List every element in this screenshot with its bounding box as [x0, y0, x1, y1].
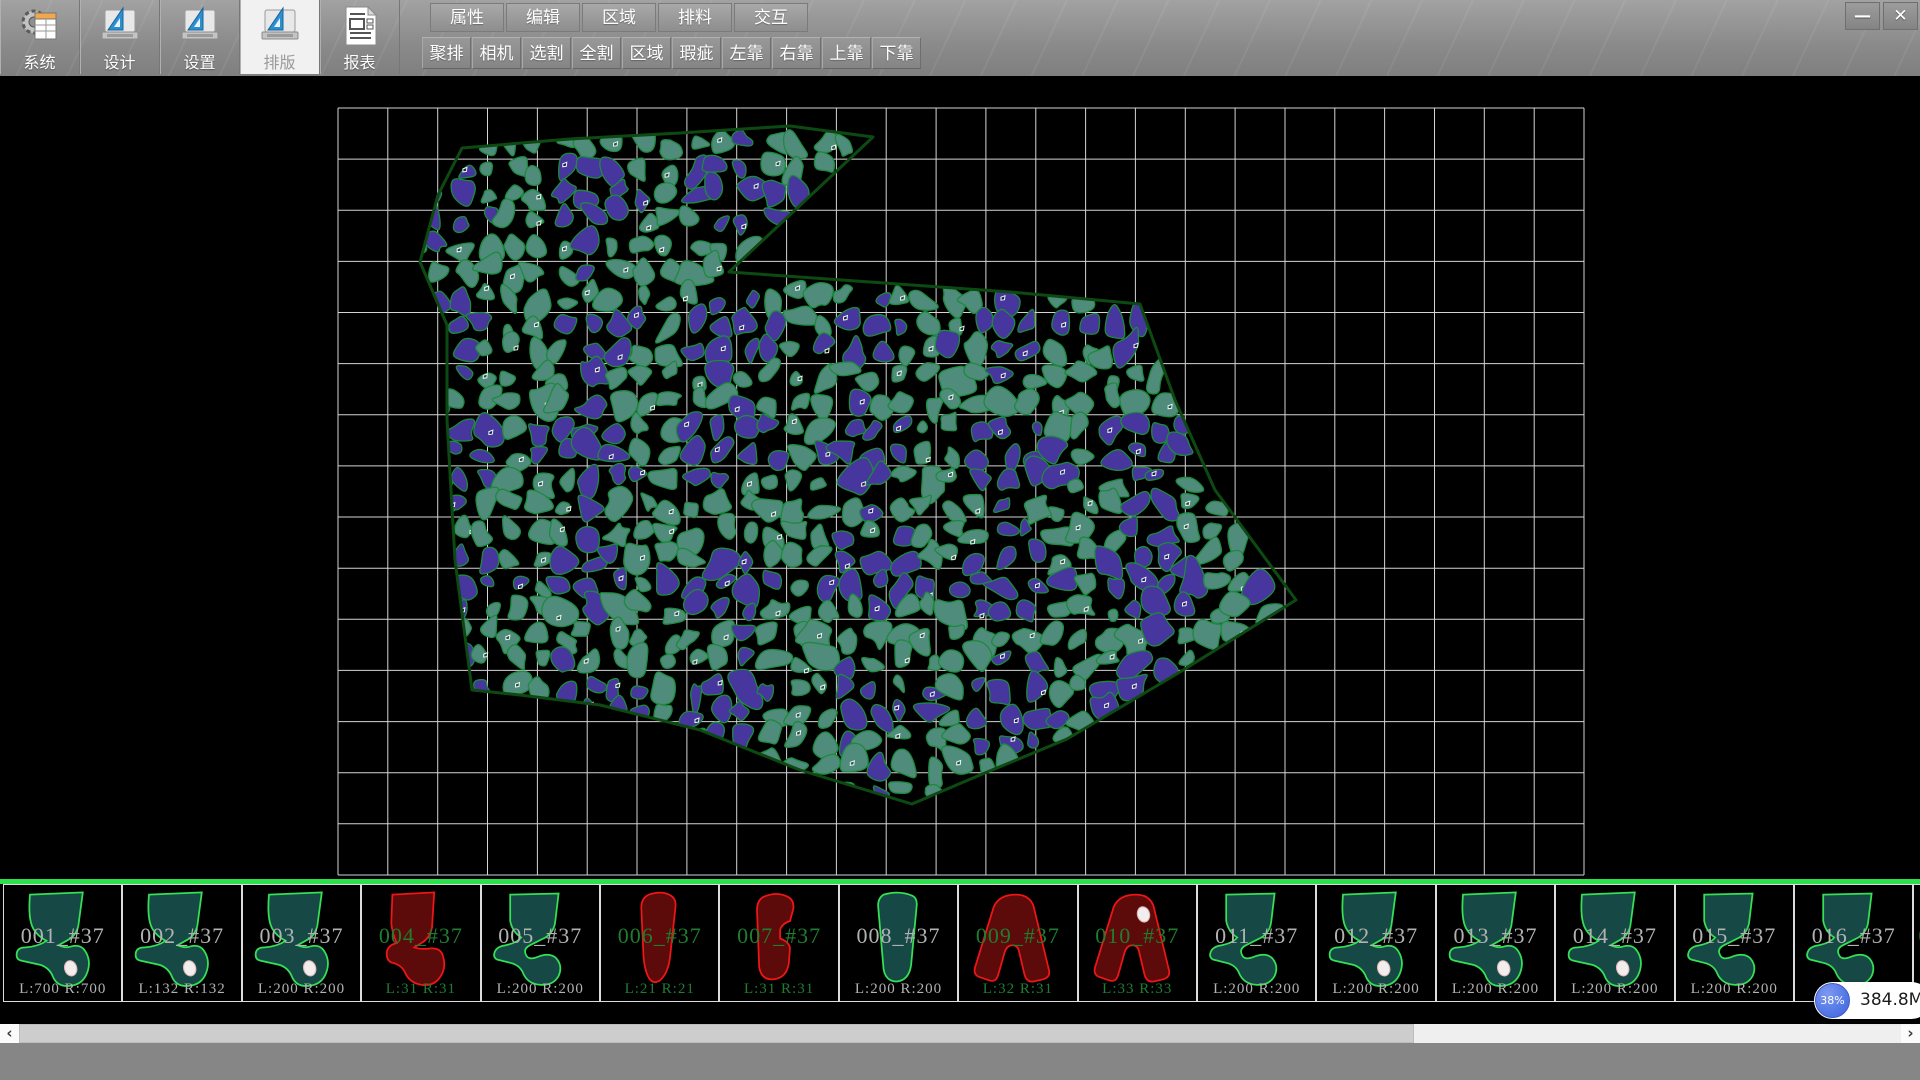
horizontal-scrollbar[interactable]: ‹ › [0, 1024, 1920, 1043]
piece-thumbnail-6[interactable]: 006_#37 L:21 R:21 [600, 884, 719, 1002]
piece-thumbnail-3[interactable]: 003_#37 L:200 R:200 [242, 884, 361, 1002]
piece-thumbnail-13[interactable]: 013_#37 L:200 R:200 [1436, 884, 1555, 1002]
piece-thumbnail-1[interactable]: 001_#37 L:700 R:700 [3, 884, 122, 1002]
mode-button-1[interactable]: 系统 [0, 0, 80, 74]
main-toolbar: 系统设计设置排版报表 属性编辑区域排料交互 聚排相机选割全割区域瑕疵左靠右靠上靠… [0, 0, 1920, 76]
piece-label: 010_#37 [1079, 923, 1196, 949]
scrollbar-thumb[interactable] [19, 1024, 1414, 1043]
report-icon [338, 4, 382, 48]
menu-tab-1[interactable]: 属性 [430, 3, 504, 32]
piece-thumbnail-11[interactable]: 011_#37 L:200 R:200 [1197, 884, 1316, 1002]
piece-thumbnail-7[interactable]: 007_#37 L:31 R:31 [719, 884, 838, 1002]
strip-bottom-gap [0, 1004, 1920, 1024]
piece-label: 004_#37 [362, 923, 479, 949]
nesting-drawing [0, 76, 1920, 879]
piece-label: 001_#37 [4, 923, 121, 949]
memory-size-label: 384.8M [1860, 982, 1920, 1019]
piece-thumbnail-5[interactable]: 005_#37 L:200 R:200 [481, 884, 600, 1002]
mode-button-label: 系统 [0, 49, 79, 73]
mode-button-label: 设置 [160, 49, 239, 73]
piece-count-detail: L:200 R:200 [840, 981, 957, 998]
piece-count-detail: L:31 R:31 [362, 981, 479, 998]
tool-button-5[interactable]: 区域 [622, 37, 671, 69]
tool-button-4[interactable]: 全割 [572, 37, 621, 69]
scroll-left-button[interactable]: ‹ [0, 1024, 19, 1043]
piece-count-detail: L:21 R:21 [601, 981, 718, 998]
design-icon [98, 4, 142, 48]
piece-count-detail: L:132 R:132 [123, 981, 240, 998]
scroll-right-button[interactable]: › [1901, 1024, 1920, 1043]
nesting-canvas[interactable] [0, 76, 1920, 879]
mode-button-2[interactable]: 设计 [80, 0, 160, 74]
menu-tab-3[interactable]: 区域 [582, 3, 656, 32]
tool-button-6[interactable]: 瑕疵 [672, 37, 721, 69]
menu-tab-5[interactable]: 交互 [734, 3, 808, 32]
piece-label: 011_#37 [1198, 923, 1315, 949]
tool-button-10[interactable]: 下靠 [872, 37, 921, 69]
mode-button-label: 排版 [240, 49, 319, 73]
piece-label: 007_#37 [720, 923, 837, 949]
piece-count-detail: L:31 R:31 [720, 981, 837, 998]
piece-thumbnail-2[interactable]: 002_#37 L:132 R:132 [122, 884, 241, 1002]
piece-label: 016_#37 [1795, 923, 1912, 949]
mode-button-5[interactable]: 报表 [320, 0, 400, 74]
piece-thumbnail-10[interactable]: 010_#37 L:33 R:33 [1078, 884, 1197, 1002]
piece-label: 005_#37 [482, 923, 599, 949]
menu-tab-4[interactable]: 排料 [658, 3, 732, 32]
piece-count-detail: L:32 R:31 [959, 981, 1076, 998]
tool-button-1[interactable]: 聚排 [422, 37, 471, 69]
close-button[interactable]: ✕ [1883, 2, 1918, 30]
piece-label: 014_#37 [1556, 923, 1673, 949]
piece-count-detail: L:200 R:200 [243, 981, 360, 998]
piece-thumbnail-9[interactable]: 009_#37 L:32 R:31 [958, 884, 1077, 1002]
piece-label: 002_#37 [123, 923, 240, 949]
piece-count-detail: L:200 R:200 [1556, 981, 1673, 998]
piece-label: 006_#37 [601, 923, 718, 949]
piece-thumbnail-8[interactable]: 008_#37 L:200 R:200 [839, 884, 958, 1002]
mode-button-4[interactable]: 排版 [240, 0, 320, 74]
tool-button-7[interactable]: 左靠 [722, 37, 771, 69]
piece-thumbnail-15[interactable]: 015_#37 L:200 R:200 [1675, 884, 1794, 1002]
system-icon [18, 4, 62, 48]
piece-thumbnail-12[interactable]: 012_#37 L:200 R:200 [1316, 884, 1435, 1002]
piece-label: 015_#37 [1676, 923, 1793, 949]
piece-label: 009_#37 [959, 923, 1076, 949]
status-bar [0, 1043, 1920, 1080]
piece-label: 003_#37 [243, 923, 360, 949]
piece-label: 017_#37 [1914, 923, 1920, 949]
piece-count-detail: L:200 R:200 [1437, 981, 1554, 998]
piece-label: 012_#37 [1317, 923, 1434, 949]
piece-count-detail: L:200 R:200 [1676, 981, 1793, 998]
mode-button-label: 设计 [80, 49, 159, 73]
menu-tab-2[interactable]: 编辑 [506, 3, 580, 32]
piece-count-detail: L:200 R:200 [1198, 981, 1315, 998]
piece-thumbnail-14[interactable]: 014_#37 L:200 R:200 [1555, 884, 1674, 1002]
minimize-button[interactable]: — [1845, 2, 1880, 30]
memory-percent-badge: 38% [1815, 983, 1850, 1018]
piece-label: 008_#37 [840, 923, 957, 949]
piece-label: 013_#37 [1437, 923, 1554, 949]
piece-thumbnail-strip: 001_#37L:700 R:700002_#37L:132 R:132003_… [0, 884, 1920, 1004]
tool-button-3[interactable]: 选割 [522, 37, 571, 69]
piece-count-detail: L:700 R:700 [4, 981, 121, 998]
tool-button-8[interactable]: 右靠 [772, 37, 821, 69]
piece-thumbnail-4[interactable]: 004_#37 L:31 R:31 [361, 884, 480, 1002]
piece-count-detail: L:200 R:200 [482, 981, 599, 998]
piece-count-detail: L:33 R:33 [1079, 981, 1196, 998]
mode-button-label: 报表 [320, 49, 399, 73]
layout-icon [258, 4, 302, 48]
settings-icon [178, 4, 222, 48]
tool-button-9[interactable]: 上靠 [822, 37, 871, 69]
tool-button-2[interactable]: 相机 [472, 37, 521, 69]
memory-monitor-pill[interactable]: 38% 384.8M [1814, 982, 1920, 1019]
piece-count-detail: L:200 R:200 [1317, 981, 1434, 998]
mode-button-3[interactable]: 设置 [160, 0, 240, 74]
